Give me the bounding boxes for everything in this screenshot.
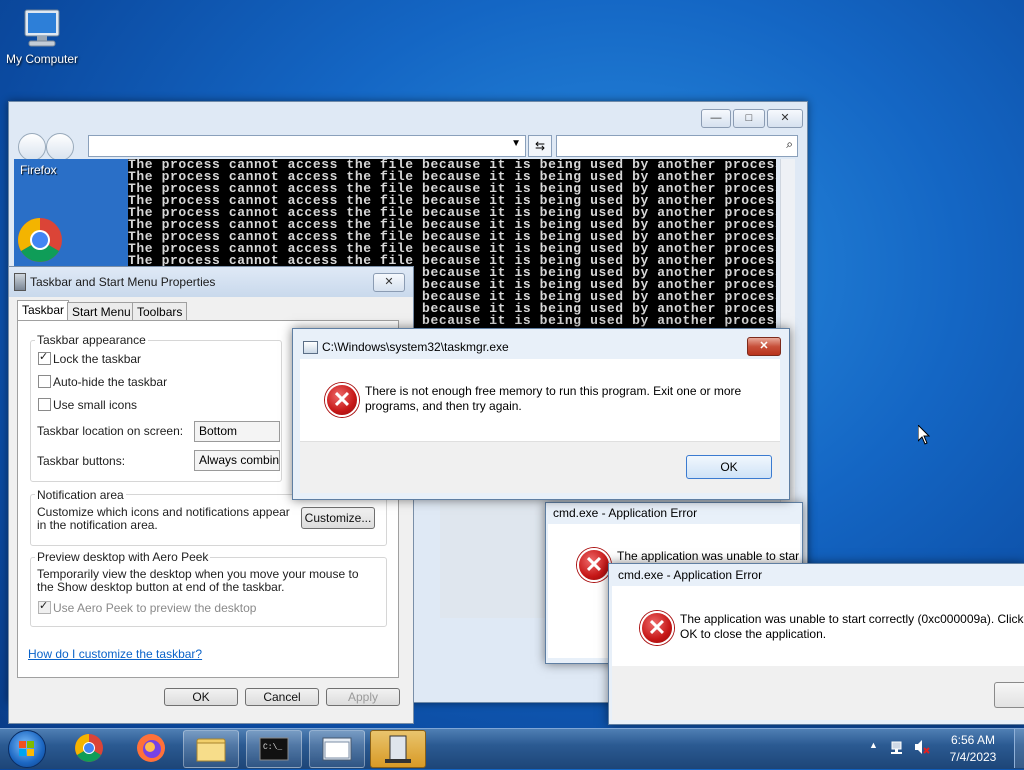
close-button[interactable]: ✕ [747, 337, 781, 356]
small-icons-checkbox[interactable] [38, 398, 51, 411]
aero-peek-text: Temporarily view the desktop when you mo… [37, 567, 359, 594]
show-hidden-icons-icon[interactable]: ▲ [869, 740, 878, 750]
autohide-label[interactable]: Auto-hide the taskbar [53, 375, 167, 389]
back-arrow-icon[interactable] [18, 133, 46, 161]
chrome-icon[interactable] [16, 216, 64, 264]
notification-heading: Notification area [35, 488, 126, 502]
dialog-title: cmd.exe - Application Error [553, 506, 698, 520]
error-icon: ✕ [640, 611, 674, 645]
window-background-area [440, 500, 546, 618]
svg-text:C:\_: C:\_ [263, 743, 282, 752]
maximize-button[interactable]: □ [733, 109, 765, 128]
autohide-checkbox[interactable] [38, 375, 51, 388]
sidebar-item-firefox[interactable]: Firefox [20, 163, 57, 177]
ok-button[interactable] [994, 682, 1024, 708]
ok-button[interactable]: OK [686, 455, 772, 479]
taskbar-window-button[interactable] [309, 730, 365, 768]
window-title: Taskbar and Start Menu Properties [30, 275, 216, 289]
dialog-message: The application was unable to start corr… [617, 549, 799, 562]
firefox-icon [137, 734, 165, 762]
dialog-footer [612, 666, 1024, 720]
lock-taskbar-checkbox[interactable] [38, 350, 51, 365]
tab-taskbar[interactable]: Taskbar [17, 300, 70, 322]
lock-taskbar-label[interactable]: Lock the taskbar [53, 352, 141, 366]
forward-arrow-icon[interactable] [46, 133, 74, 161]
small-icons-label[interactable]: Use small icons [53, 398, 137, 412]
taskbar-explorer-button[interactable] [183, 730, 239, 768]
dialog-message: The application was unable to start corr… [680, 612, 1024, 641]
console-icon: C:\_ [259, 737, 289, 761]
buttons-dropdown[interactable]: Always combine [194, 450, 280, 471]
close-button[interactable]: ✕ [373, 273, 405, 292]
dialog-title: C:\Windows\system32\taskmgr.exe [322, 340, 509, 354]
computer-icon [19, 8, 65, 48]
taskbar-properties-icon [385, 735, 411, 763]
start-button[interactable] [8, 730, 46, 768]
cancel-button[interactable]: Cancel [245, 688, 319, 706]
mouse-cursor-icon [917, 423, 931, 448]
show-desktop-button[interactable] [1014, 729, 1024, 768]
app-icon [303, 341, 318, 354]
close-button[interactable]: ✕ [767, 109, 803, 128]
my-computer-desktop-icon[interactable]: My Computer [2, 8, 82, 66]
customize-button[interactable]: Customize... [301, 507, 375, 529]
clock-date[interactable]: 7/4/2023 [943, 750, 1003, 764]
ok-button[interactable]: OK [164, 688, 238, 706]
address-bar[interactable]: ▼ [88, 135, 526, 157]
error-icon: ✕ [577, 548, 611, 582]
minimize-button[interactable]: — [701, 109, 731, 128]
dialog-message: There is not enough free memory to run t… [365, 384, 742, 413]
error-icon: ✕ [325, 383, 359, 417]
aero-peek-label[interactable]: Use Aero Peek to preview the desktop [53, 601, 256, 615]
window-icon [322, 737, 352, 761]
tab-toolbars[interactable]: Toolbars [132, 302, 188, 321]
taskbar-firefox-button[interactable] [124, 730, 178, 766]
refresh-icon[interactable]: ⇆ [528, 135, 552, 157]
buttons-label: Taskbar buttons: [37, 454, 126, 468]
search-input[interactable]: ⌕ [556, 135, 798, 157]
desktop-icon-label: My Computer [5, 52, 79, 66]
folder-icon [196, 738, 226, 762]
taskbar-properties-button[interactable] [370, 730, 426, 768]
chrome-icon [75, 734, 103, 762]
network-icon[interactable] [890, 739, 906, 755]
help-link[interactable]: How do I customize the taskbar? [28, 647, 202, 661]
taskbar-cmd-button[interactable]: C:\_ [246, 730, 302, 768]
location-dropdown[interactable]: Bottom [194, 421, 280, 442]
aero-peek-heading: Preview desktop with Aero Peek [35, 550, 211, 564]
notification-text: Customize which icons and notifications … [37, 505, 290, 532]
volume-muted-icon[interactable] [913, 739, 931, 755]
search-icon[interactable]: ⌕ [786, 137, 793, 152]
aero-peek-checkbox[interactable] [38, 599, 51, 614]
appearance-heading: Taskbar appearance [35, 333, 148, 347]
clock-time[interactable]: 6:56 AM [943, 733, 1003, 747]
dialog-title: cmd.exe - Application Error [618, 568, 763, 582]
properties-window-icon [14, 273, 26, 291]
location-label: Taskbar location on screen: [37, 424, 184, 438]
tab-start-menu[interactable]: Start Menu [67, 302, 136, 321]
apply-button[interactable]: Apply [326, 688, 400, 706]
chevron-down-icon[interactable]: ▼ [511, 138, 521, 149]
taskbar-chrome-button[interactable] [62, 730, 116, 766]
